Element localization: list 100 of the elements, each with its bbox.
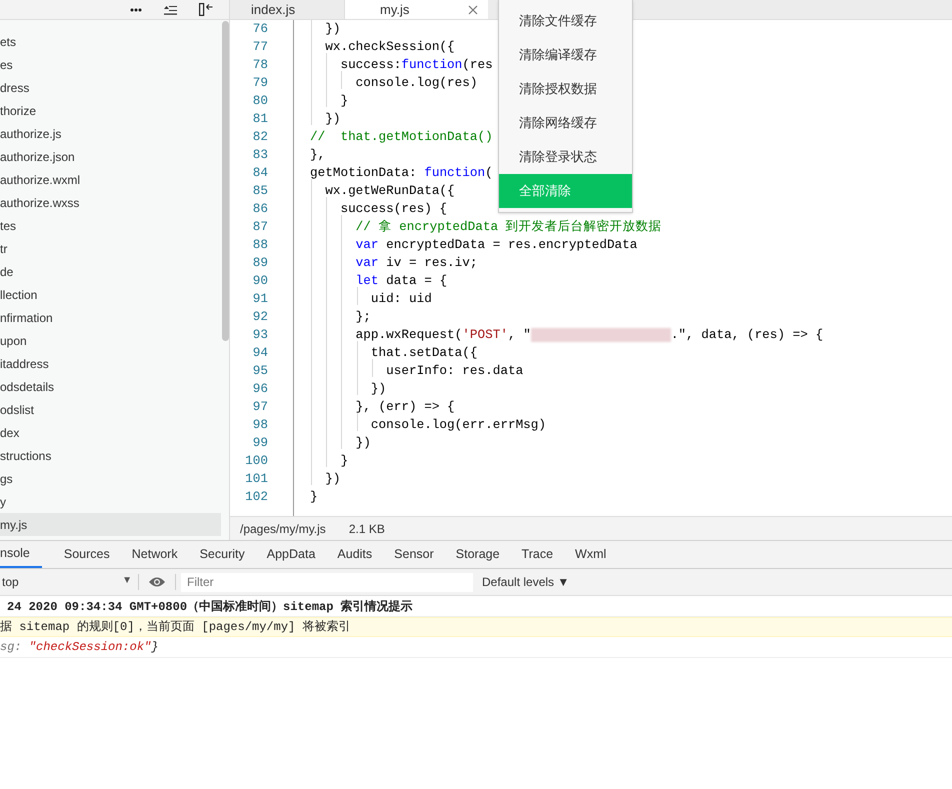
- devtools-tab[interactable]: Trace: [512, 541, 564, 568]
- line-number: 90: [252, 272, 268, 290]
- eye-icon[interactable]: [148, 576, 166, 588]
- file-tree-item[interactable]: authorize.wxml: [0, 168, 221, 191]
- line-number: 80: [252, 92, 268, 110]
- file-tree-item[interactable]: de: [0, 260, 221, 283]
- sort-icon[interactable]: [164, 4, 177, 15]
- file-tree-item[interactable]: nfirmation: [0, 306, 221, 329]
- file-tree-item[interactable]: dress: [0, 76, 221, 99]
- menu-item[interactable]: 清除编译缓存: [499, 38, 632, 72]
- file-size: 2.1 KB: [348, 520, 385, 538]
- line-number: 89: [252, 254, 268, 272]
- file-tree-item[interactable]: odslist: [0, 398, 221, 421]
- file-tree-item[interactable]: thorize: [0, 99, 221, 122]
- code-line: console.log(res): [310, 73, 478, 93]
- line-number: 86: [252, 200, 268, 218]
- code-line: wx.getWeRunData({: [310, 181, 455, 201]
- line-number: 92: [252, 308, 268, 326]
- file-tree-item[interactable]: llection: [0, 283, 221, 306]
- line-number: 83: [252, 146, 268, 164]
- code-line: wx.checkSession({: [310, 37, 455, 57]
- code-line: }): [310, 433, 371, 453]
- line-number: 82: [252, 128, 268, 146]
- devtools-tab[interactable]: Network: [122, 541, 188, 568]
- code-line: }): [310, 109, 340, 129]
- file-tree-item[interactable]: structions: [0, 444, 221, 467]
- code-line: }: [310, 488, 318, 506]
- context-selector[interactable]: top ▼: [0, 573, 138, 591]
- file-tree-item[interactable]: odsdetails: [0, 375, 221, 398]
- devtools-tab[interactable]: Wxml: [565, 541, 616, 568]
- menu-item[interactable]: 清除网络缓存: [499, 106, 632, 140]
- console-message: 24 2020 09:34:34 GMT+0800（中国标准时间）sitemap 索引情况提示: [7, 598, 413, 616]
- devtools-tab[interactable]: Sensor: [384, 541, 444, 568]
- file-tree-item[interactable]: my.js: [0, 513, 221, 536]
- file-tree-item[interactable]: gs: [0, 467, 221, 490]
- code-line: // that.getMotionData(): [310, 128, 493, 146]
- code-line: that.setData({: [310, 343, 478, 363]
- console-warning: 据 sitemap 的规则[0]，当前页面 [pages/my/my] 将被索引: [0, 619, 350, 636]
- file-path: /pages/my/my.js: [240, 520, 326, 538]
- line-number: 81: [252, 110, 268, 128]
- line-number: 88: [252, 236, 268, 254]
- file-tree-item[interactable]: authorize.js: [0, 122, 221, 145]
- code-line: success(res) {: [310, 199, 448, 219]
- code-line: },: [310, 146, 326, 164]
- code-line: getMotionData: function(: [310, 164, 493, 182]
- line-number: 91: [252, 290, 268, 308]
- menu-item[interactable]: 清除登录状态: [499, 140, 632, 174]
- devtools-tab[interactable]: Audits: [327, 541, 382, 568]
- file-tree-item[interactable]: y: [0, 490, 221, 513]
- code-line: var encryptedData = res.encryptedData: [310, 235, 638, 255]
- code-line: uid: uid: [310, 289, 432, 309]
- editor-tab[interactable]: my.js: [345, 0, 488, 19]
- code-line: app.wxRequest('POST', " .", data, (res) => {: [310, 325, 824, 345]
- file-tree-item[interactable]: upon: [0, 329, 221, 352]
- line-number: 76: [252, 20, 268, 38]
- menu-item[interactable]: 清除授权数据: [499, 72, 632, 106]
- code-line: };: [310, 307, 371, 327]
- devtools-tab[interactable]: Sources: [54, 541, 120, 568]
- close-icon[interactable]: [468, 4, 478, 14]
- file-tree-item[interactable]: tes: [0, 214, 221, 237]
- code-line: success:function(res: [310, 55, 493, 75]
- devtools-tab[interactable]: Storage: [446, 541, 510, 568]
- line-number: 98: [252, 416, 268, 434]
- line-number: 85: [252, 182, 268, 200]
- line-number: 94: [252, 344, 268, 362]
- code-line: }: [310, 91, 348, 111]
- file-tree-item[interactable]: itaddress: [0, 352, 221, 375]
- menu-item[interactable]: 清除文件缓存: [499, 4, 632, 38]
- file-tree-item[interactable]: es: [0, 53, 221, 76]
- line-number: 100: [244, 452, 268, 470]
- more-icon[interactable]: [130, 8, 142, 12]
- code-line: let data = {: [310, 271, 448, 291]
- line-number: 101: [244, 470, 268, 488]
- line-number: 97: [252, 398, 268, 416]
- code-line: }): [310, 379, 386, 399]
- console-message: sg: "checkSession:ok"}: [0, 639, 158, 656]
- line-number: 79: [252, 74, 268, 92]
- levels-dropdown[interactable]: Default levels ▼: [482, 573, 570, 591]
- code-line: }: [310, 451, 348, 471]
- devtools-tab[interactable]: AppData: [256, 541, 326, 568]
- line-number: 102: [244, 488, 268, 506]
- file-tree-item[interactable]: ets: [0, 30, 221, 53]
- line-number: 95: [252, 362, 268, 380]
- file-tree-item[interactable]: tr: [0, 237, 221, 260]
- scrollbar[interactable]: [222, 21, 229, 341]
- file-tree-item[interactable]: authorize.json: [0, 145, 221, 168]
- collapse-panel-icon[interactable]: [199, 3, 213, 16]
- code-line: // 拿 encryptedData 到开发者后台解密开放数据: [310, 217, 662, 237]
- file-tree-item[interactable]: dex: [0, 421, 221, 444]
- code-line: }, (err) => {: [310, 397, 455, 417]
- line-number: 87: [252, 218, 268, 236]
- code-line: }): [310, 469, 340, 489]
- line-number: 99: [252, 434, 268, 452]
- line-number: 96: [252, 380, 268, 398]
- code-line: userInfo: res.data: [310, 361, 524, 381]
- filter-field[interactable]: Filter: [181, 572, 473, 592]
- line-number: 84: [252, 164, 268, 182]
- file-tree-item[interactable]: authorize.wxss: [0, 191, 221, 214]
- code-line: console.log(err.errMsg): [310, 415, 546, 435]
- devtools-tab[interactable]: Security: [190, 541, 255, 568]
